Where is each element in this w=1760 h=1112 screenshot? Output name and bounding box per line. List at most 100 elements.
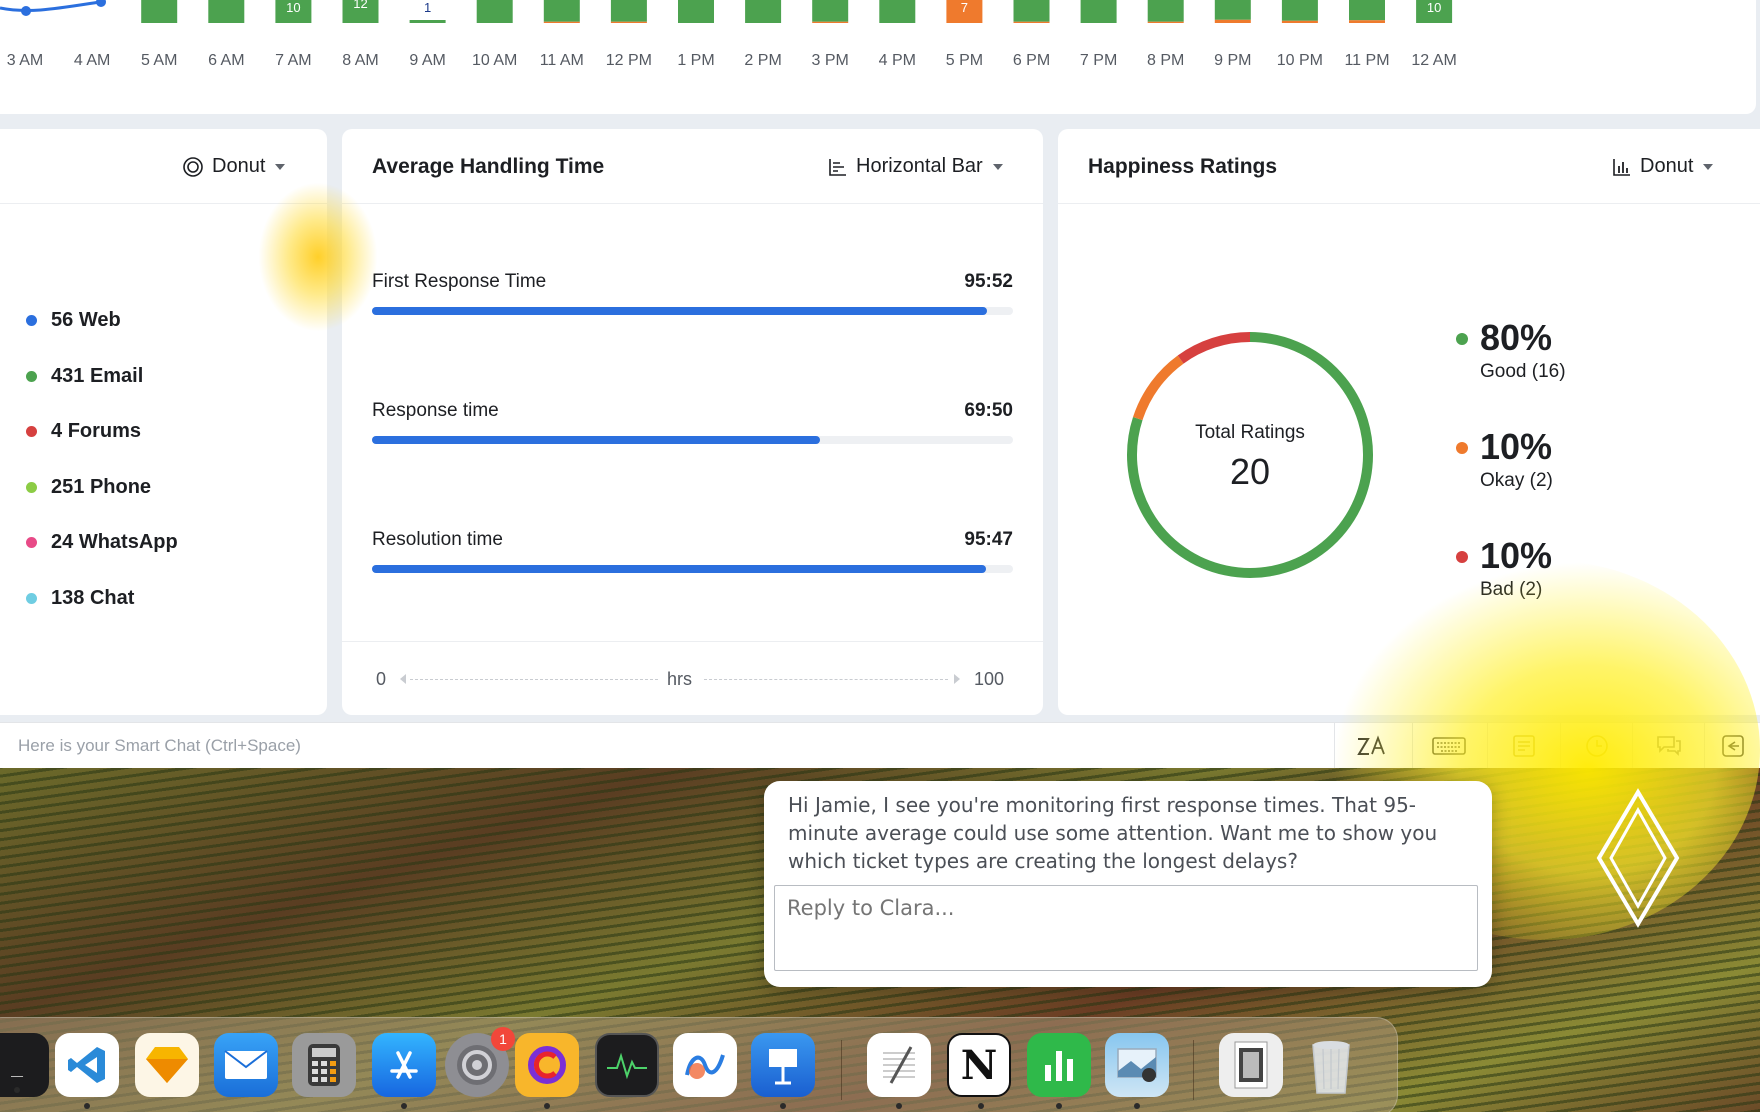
- hour-tick-label: 7 AM: [275, 52, 311, 69]
- notification-badge: 1: [491, 1027, 515, 1051]
- legend-count: 4: [51, 420, 63, 442]
- clock-icon[interactable]: [1560, 723, 1632, 769]
- app-store-icon[interactable]: [372, 1033, 436, 1109]
- hourly-bar-orange[interactable]: [543, 21, 580, 23]
- hourly-bar-orange[interactable]: [610, 21, 647, 23]
- reply-icon[interactable]: [1704, 723, 1760, 769]
- legend-label: Good (16): [1480, 361, 1566, 382]
- chart-type-dropdown[interactable]: Donut: [182, 155, 286, 178]
- hourly-bar-green[interactable]: [879, 0, 916, 23]
- hourly-bar-orange[interactable]: [1281, 20, 1318, 23]
- smart-chat-input[interactable]: Here is your Smart Chat (Ctrl+Space): [18, 736, 301, 756]
- assistant-chat-popup: Hi Jamie, I see you're monitoring first …: [764, 781, 1492, 987]
- hour-tick-label: 4 AM: [74, 52, 110, 69]
- average-handling-time-panel: Average Handling Time Horizontal Bar Fir…: [342, 129, 1043, 715]
- hourly-bar-orange[interactable]: [1214, 19, 1251, 23]
- hour-tick-label: 8 AM: [342, 52, 378, 69]
- activity-monitor-icon[interactable]: [595, 1033, 659, 1097]
- legend-item-web[interactable]: 56 Web: [26, 309, 121, 332]
- horizontal-bar-icon: [829, 158, 846, 176]
- chart-type-label: Donut: [1640, 155, 1694, 177]
- legend-percent: 10%: [1480, 426, 1553, 467]
- hourly-bar-orange[interactable]: [1147, 21, 1184, 23]
- trash-icon[interactable]: [1299, 1033, 1363, 1097]
- legend-item-chat[interactable]: 138 Chat: [26, 587, 134, 610]
- aht-bar-label: Resolution time: [372, 529, 503, 550]
- downloads-folder-icon[interactable]: [1219, 1033, 1283, 1097]
- hourly-bar-green[interactable]: [141, 0, 178, 23]
- hourly-bar-value-label: 7: [961, 0, 968, 15]
- hourly-bar-green[interactable]: [1214, 0, 1251, 20]
- panel-title: Average Handling Time: [372, 155, 605, 178]
- hourly-bar-green[interactable]: [812, 0, 849, 22]
- notes-icon[interactable]: [1487, 723, 1559, 769]
- legend-label: Forums: [67, 420, 142, 442]
- hourly-bar-green[interactable]: [543, 0, 580, 22]
- hour-tick-label: 3 PM: [812, 52, 849, 69]
- legend-item-forums[interactable]: 4 Forums: [26, 420, 141, 443]
- keyboard-icon[interactable]: [1412, 723, 1484, 769]
- hour-tick-label: 2 PM: [744, 52, 781, 69]
- chevron-down-icon: [992, 163, 1003, 170]
- legend-dot: [26, 482, 37, 493]
- axis-min-label: 0: [376, 669, 387, 689]
- hourly-bar-green[interactable]: [1281, 0, 1318, 21]
- hourly-bar-green[interactable]: [1349, 0, 1385, 21]
- donut-center-label: Total Ratings: [1195, 422, 1305, 443]
- hour-tick-label: 11 AM: [540, 52, 584, 69]
- scroll-right-icon[interactable]: [954, 674, 960, 684]
- hourly-bar-value-label: 12: [353, 0, 367, 11]
- hourly-bar-green[interactable]: [208, 0, 245, 23]
- vscode-app-icon[interactable]: [55, 1033, 119, 1109]
- hourly-bar-green[interactable]: [1080, 0, 1117, 23]
- cursor-app-icon[interactable]: [515, 1033, 579, 1109]
- preview-app-icon[interactable]: [1105, 1033, 1169, 1109]
- legend-item-phone[interactable]: 251 Phone: [26, 476, 151, 499]
- chat-bubbles-icon[interactable]: [1632, 723, 1704, 769]
- scroll-left-icon[interactable]: [400, 674, 406, 684]
- aht-bar-label: First Response Time: [372, 271, 547, 292]
- notion-app-icon[interactable]: N: [947, 1033, 1011, 1109]
- hourly-bar-green[interactable]: [476, 0, 513, 23]
- chart-type-dropdown[interactable]: Horizontal Bar: [828, 155, 1003, 178]
- hourly-bar-green[interactable]: [409, 20, 446, 23]
- system-settings-icon[interactable]: 1: [445, 1027, 515, 1097]
- chart-type-dropdown[interactable]: Donut: [1612, 155, 1714, 178]
- trend-line: [0, 0, 101, 12]
- textedit-app-icon[interactable]: [867, 1033, 931, 1109]
- hourly-bar-orange[interactable]: [1349, 20, 1385, 23]
- numbers-app-icon[interactable]: [1027, 1033, 1091, 1109]
- aht-bar-fill[interactable]: [372, 307, 987, 315]
- legend-dot: [1456, 442, 1468, 454]
- hourly-chart-svg: 3 AM 4 AM 5 AM 6 AM 10 7 AM 12 8 AM 1 9 AM 10 AM 11…: [0, 0, 1457, 69]
- hourly-bar-orange[interactable]: [1013, 21, 1050, 23]
- translate-icon[interactable]: [1334, 723, 1406, 769]
- hourly-bar-green[interactable]: [745, 0, 782, 23]
- reply-input[interactable]: [774, 885, 1478, 971]
- smart-chat-bar[interactable]: Here is your Smart Chat (Ctrl+Space): [0, 722, 1760, 769]
- aht-bar-fill[interactable]: [372, 436, 820, 444]
- hourly-bar-green[interactable]: [1013, 0, 1050, 22]
- axis-max-label: 100: [974, 669, 1005, 689]
- hourly-bar-green[interactable]: [610, 0, 647, 22]
- legend-item-email[interactable]: 431 Email: [26, 365, 143, 388]
- calculator-app-icon[interactable]: [292, 1033, 356, 1097]
- mail-app-icon[interactable]: [214, 1033, 278, 1097]
- donut-slice-okay[interactable]: [1133, 355, 1184, 421]
- donut-slice-bad[interactable]: [1177, 332, 1251, 364]
- legend-item-whatsapp[interactable]: 24 WhatsApp: [26, 531, 178, 554]
- hourly-bar-green[interactable]: [1147, 0, 1184, 22]
- panel-title: Happiness Ratings: [1088, 155, 1278, 178]
- sketch-app-icon[interactable]: [135, 1033, 199, 1097]
- aht-bar-fill[interactable]: [372, 565, 986, 573]
- terminal-app-icon[interactable]: _: [0, 1033, 49, 1097]
- legend-dot: [26, 315, 37, 326]
- keynote-app-icon[interactable]: [751, 1033, 815, 1109]
- hourly-bar-orange[interactable]: [812, 21, 849, 23]
- hourly-bar-green[interactable]: [678, 0, 714, 23]
- aht-bar-value: 95:47: [964, 529, 1013, 550]
- channels-panel: Donut 56 Web 431 Email 4 Forums 251 Phon…: [0, 129, 327, 715]
- aht-bar-track: [372, 307, 1013, 315]
- freeform-app-icon[interactable]: [673, 1033, 737, 1097]
- trend-point: [21, 6, 31, 16]
